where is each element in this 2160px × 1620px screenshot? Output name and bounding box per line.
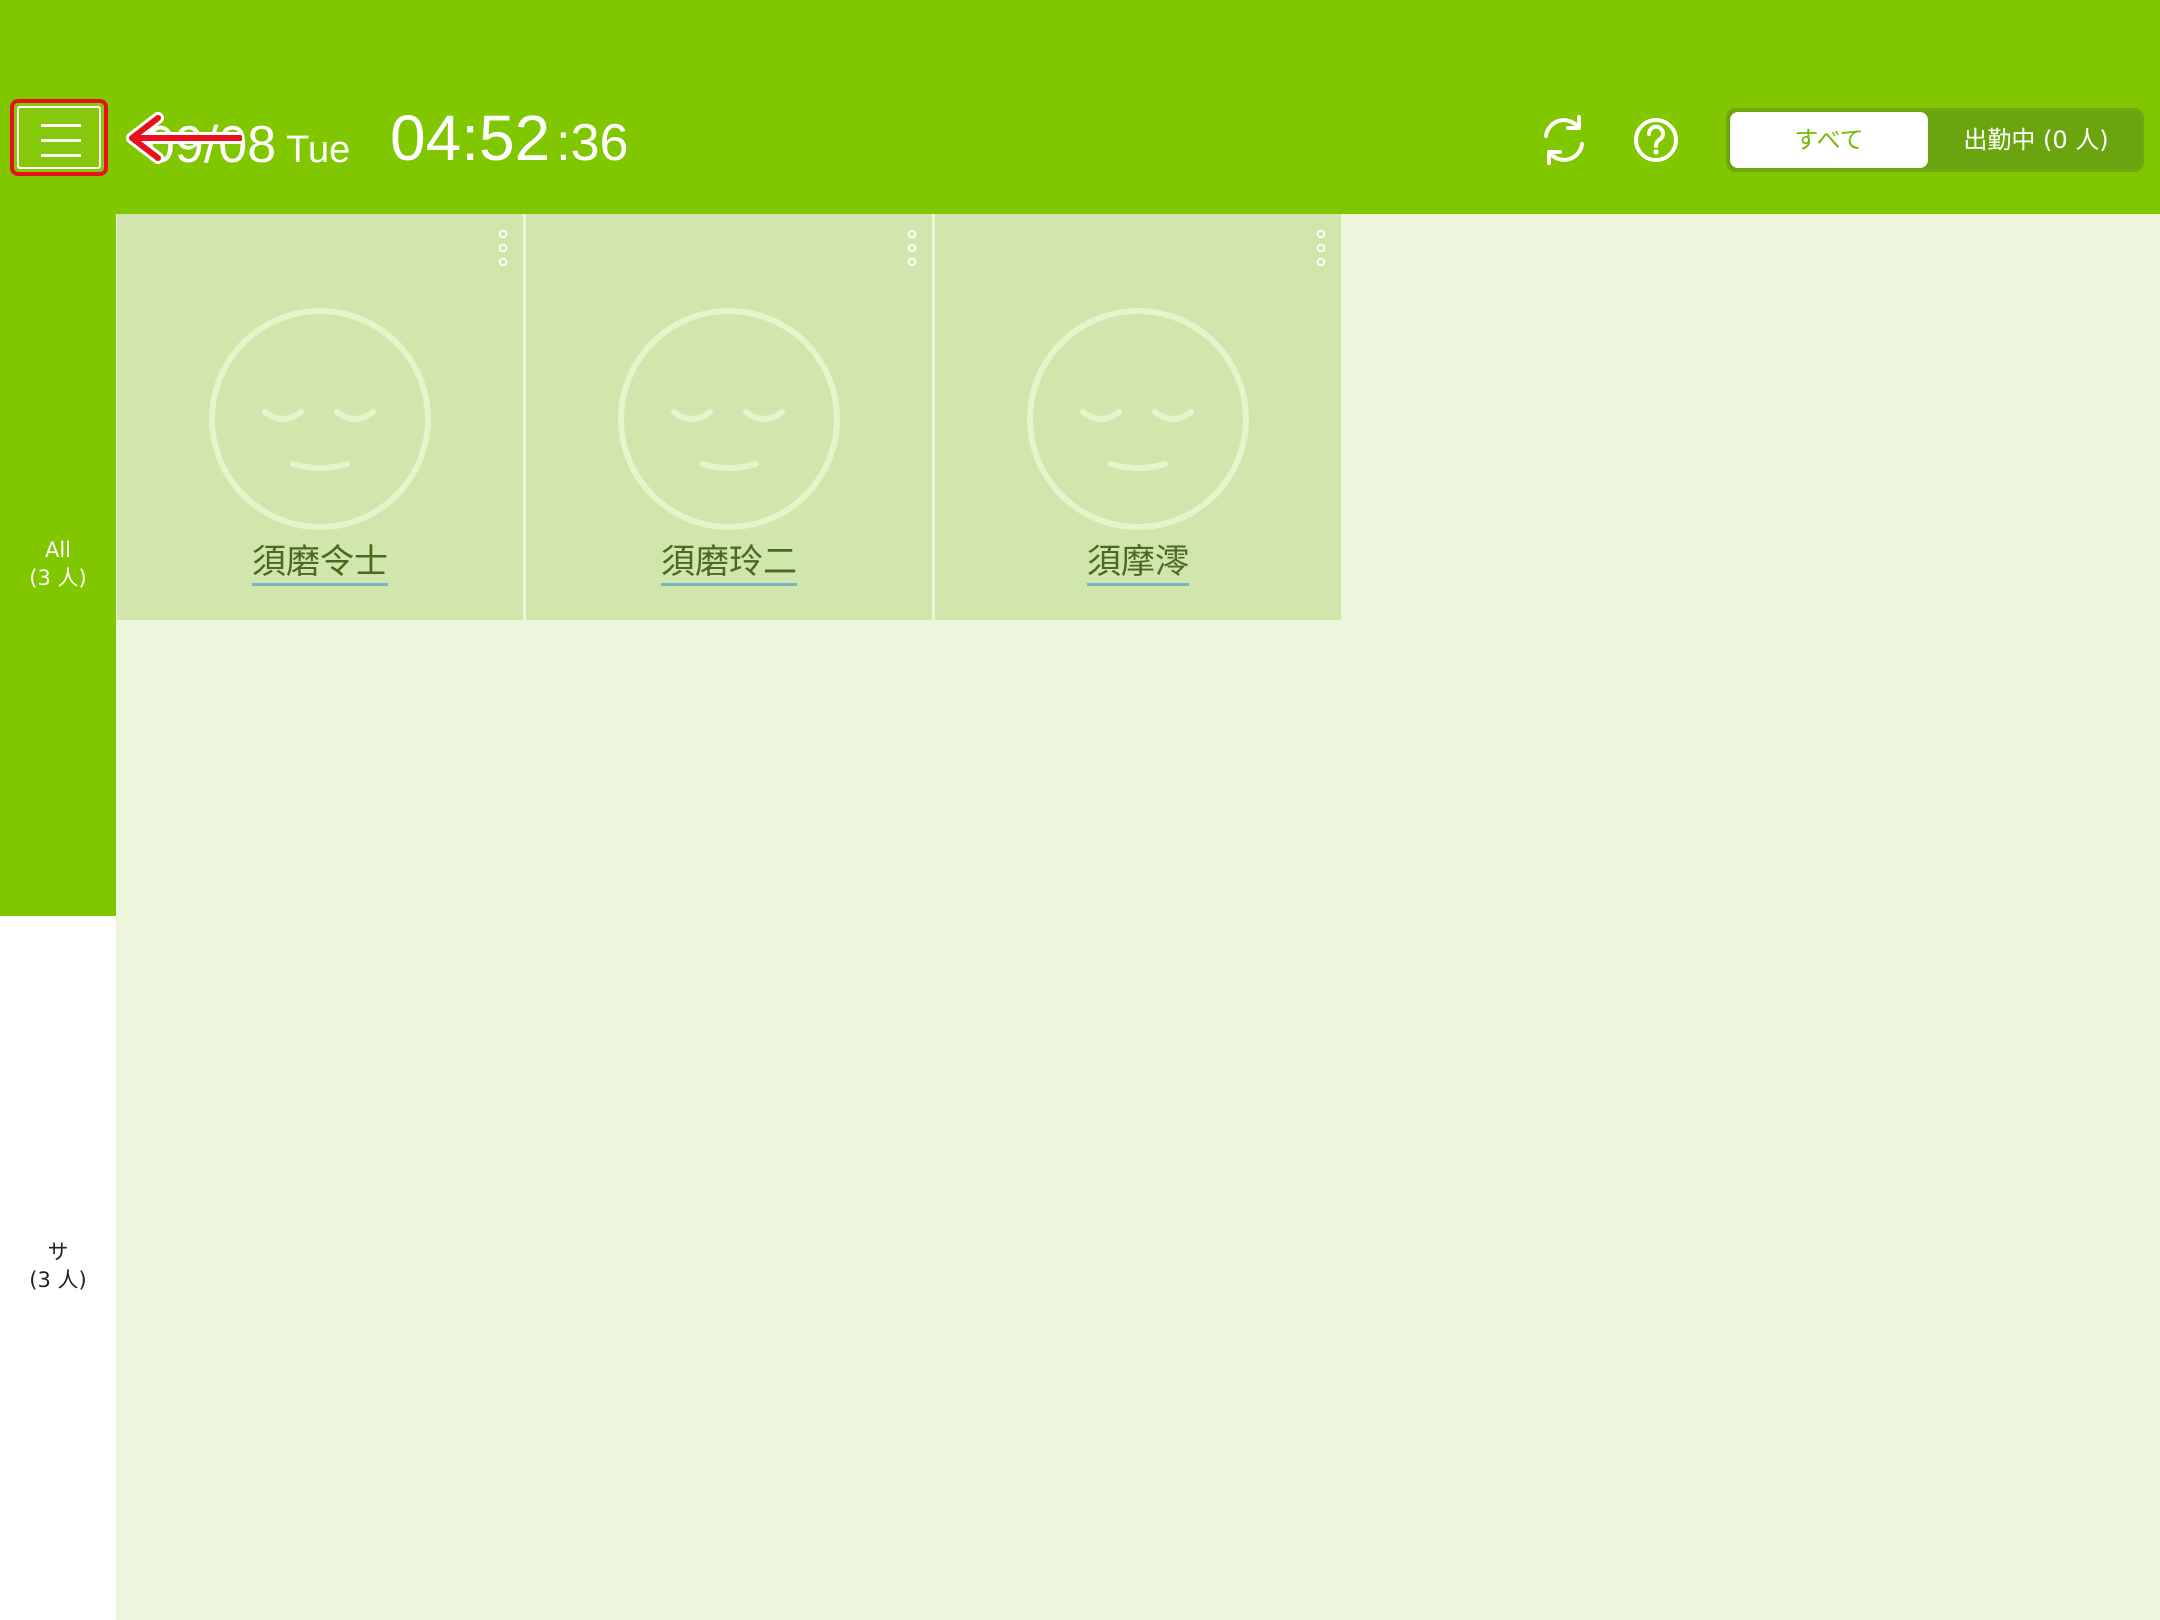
sidebar-item-count: (3 人) <box>29 1268 87 1292</box>
sidebar-item-count: (3 人) <box>29 566 87 590</box>
staff-name: 須摩澪 <box>935 540 1341 586</box>
staff-card[interactable]: 須磨令士 <box>117 214 523 620</box>
attendance-filter-toggle: すべて 出勤中 (0 人) <box>1726 108 2144 172</box>
weekday-value: Tue <box>286 129 351 171</box>
sidebar-item-sa[interactable]: サ (3 人) <box>0 916 116 1620</box>
staff-card[interactable]: 須摩澪 <box>935 214 1341 620</box>
sleeping-face-icon <box>209 308 431 530</box>
sidebar-item-all[interactable]: All (3 人) <box>0 214 116 916</box>
app-header: 09/08 Tue 04:52:36 すべて 出勤中 (0 人) <box>0 0 2160 214</box>
vertical-dots-icon[interactable] <box>906 228 918 268</box>
sidebar-item-name: サ <box>47 1240 69 1264</box>
staff-name: 須磨玲二 <box>526 540 932 586</box>
staff-card[interactable]: 須磨玲二 <box>526 214 932 620</box>
group-sidebar: All (3 人) サ (3 人) <box>0 214 116 1620</box>
filter-all-button[interactable]: すべて <box>1730 112 1928 168</box>
staff-name-text: 須摩澪 <box>1087 542 1189 586</box>
sidebar-item-name: All <box>44 538 72 562</box>
hamburger-menu-icon <box>41 124 81 158</box>
staff-name-text: 須磨令士 <box>252 542 388 586</box>
vertical-dots-icon[interactable] <box>1315 228 1327 268</box>
filter-working-button[interactable]: 出勤中 (0 人) <box>1932 112 2140 168</box>
menu-button[interactable] <box>10 99 108 176</box>
sleeping-face-icon <box>618 308 840 530</box>
time-value: 04:52 <box>390 102 551 174</box>
staff-name-text: 須磨玲二 <box>661 542 797 586</box>
current-time: 04:52:36 <box>390 102 628 179</box>
seconds-value: :36 <box>556 114 629 172</box>
help-circle-icon[interactable] <box>1626 110 1686 170</box>
sleeping-face-icon <box>1027 308 1249 530</box>
staff-name: 須磨令士 <box>117 540 523 586</box>
red-arrow-left-icon <box>126 112 242 164</box>
refresh-icon[interactable] <box>1534 110 1594 170</box>
vertical-dots-icon[interactable] <box>497 228 509 268</box>
